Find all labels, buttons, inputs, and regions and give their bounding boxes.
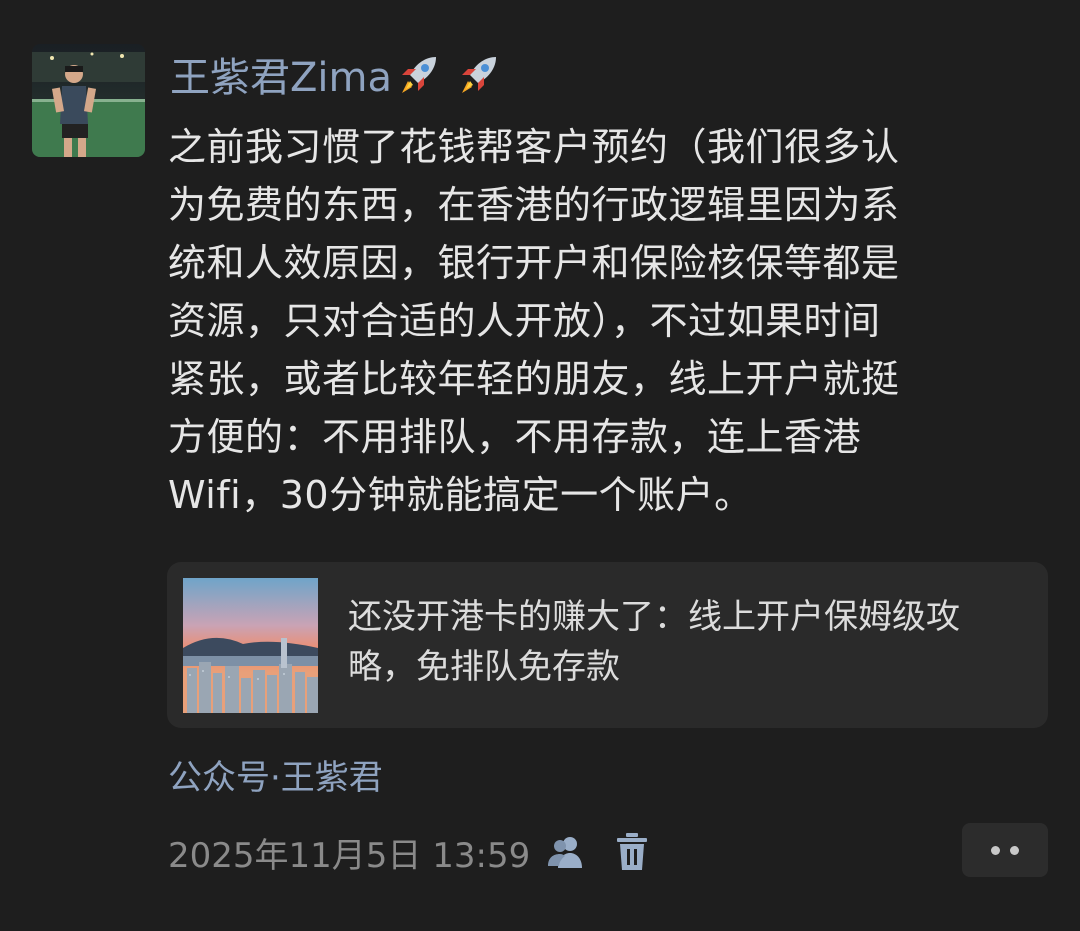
shared-article-card[interactable]: 还没开港卡的赚大了：线上开户保姆级攻 略，免排队免存款 (167, 562, 1048, 728)
post-footer: 2025年11月5日 13:59 (168, 826, 650, 878)
source-account-link[interactable]: 公众号·王紫君 (168, 754, 383, 802)
article-title-line: 略，免排队免存款 (348, 647, 620, 687)
more-options-button[interactable] (962, 823, 1048, 877)
author-name[interactable]: 王紫君Zima (170, 45, 392, 103)
more-dots-icon (1010, 845, 1019, 855)
moments-post: 王紫君Zima 之前我习惯了花钱帮客户预约（我们很多认 为免费的东西，在香港的行… (0, 0, 1080, 931)
rocket-icon (402, 57, 436, 93)
post-body-line: 统和人效原因，银行开户和保险核保等都是 (168, 241, 900, 285)
post-timestamp: 2025年11月5日 13:59 (168, 835, 531, 876)
post-body-line: 资源，只对合适的人开放），不过如果时间 (168, 299, 881, 343)
post-body-line: 之前我习惯了花钱帮客户预约（我们很多认 (168, 125, 900, 169)
post-body: 之前我习惯了花钱帮客户预约（我们很多认 为免费的东西，在香港的行政逻辑里因为系 … (168, 118, 1048, 524)
trash-icon[interactable] (614, 830, 650, 874)
article-title: 还没开港卡的赚大了：线上开户保姆级攻 略，免排队免存款 (348, 592, 1038, 692)
skyline-image (183, 578, 318, 713)
author-name-row[interactable]: 王紫君Zima (170, 46, 502, 102)
post-body-line: 紧张，或者比较年轻的朋友，线上开户就挺 (168, 357, 900, 401)
friends-icon[interactable] (544, 830, 588, 874)
post-body-line: 方便的：不用排队，不用存款，连上香港 (168, 415, 862, 459)
article-title-line: 还没开港卡的赚大了：线上开户保姆级攻 (348, 597, 960, 637)
post-body-line: 为免费的东西，在香港的行政逻辑里因为系 (168, 183, 900, 227)
article-thumbnail (183, 578, 318, 713)
post-body-line: Wifi，30分钟就能搞定一个账户。 (168, 473, 753, 517)
avatar-photo (32, 44, 145, 157)
more-dots-icon (991, 845, 1000, 855)
rocket-icon (462, 57, 496, 93)
avatar[interactable] (32, 44, 145, 157)
